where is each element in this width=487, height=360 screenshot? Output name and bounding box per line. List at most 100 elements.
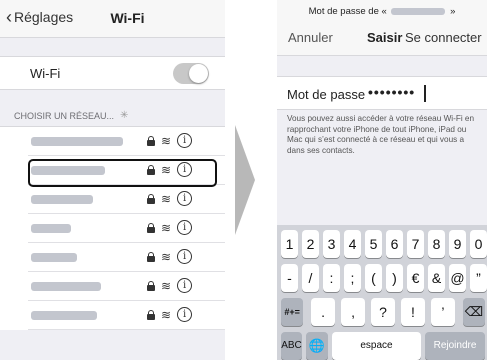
keyboard-row-symbols: - / : ; ( ) € & @ ”: [281, 264, 487, 292]
network-icons: ≋ i: [147, 133, 193, 148]
network-row[interactable]: ≋ i: [28, 156, 225, 185]
lock-icon: [147, 309, 155, 320]
globe-icon: 🌐: [308, 338, 326, 353]
wifi-label: Wi-Fi: [30, 66, 61, 81]
network-row[interactable]: ≋ i: [28, 214, 225, 243]
info-icon[interactable]: i: [177, 278, 193, 293]
stage: ‹ Réglages Wi-Fi Wi-Fi CHOISIR UN RÉSEAU…: [0, 0, 487, 360]
network-list: ≋ i ≋ i ≋ i ≋ i ≋ i ≋ i ≋ i: [0, 126, 225, 330]
password-field[interactable]: ••••••••: [368, 84, 415, 100]
connect-button[interactable]: Se connecter: [405, 30, 482, 45]
space-key[interactable]: espace: [332, 332, 421, 360]
network-row[interactable]: ≋ i: [28, 185, 225, 214]
section-header: CHOISIR UN RÉSEAU... ✳: [14, 110, 128, 121]
nav-bar: ‹ Réglages Wi-Fi: [0, 0, 225, 38]
network-name-blurred: [31, 137, 123, 146]
wifi-settings-screen: ‹ Réglages Wi-Fi Wi-Fi CHOISIR UN RÉSEAU…: [0, 0, 225, 360]
key[interactable]: 2: [302, 230, 319, 258]
key[interactable]: 1: [281, 230, 298, 258]
network-name-blurred: [31, 253, 77, 262]
wifi-signal-icon: ≋: [161, 220, 172, 235]
key[interactable]: &: [428, 264, 445, 292]
password-entry-screen: Mot de passe de « » Annuler Saisir Se co…: [277, 0, 487, 360]
password-help-text: Vous pouvez aussi accéder à votre réseau…: [287, 114, 475, 155]
network-row[interactable]: ≋ i: [28, 127, 225, 156]
globe-key[interactable]: 🌐: [306, 332, 328, 360]
key[interactable]: .: [311, 298, 336, 326]
page-title: Wi-Fi: [110, 10, 145, 26]
key[interactable]: 9: [449, 230, 466, 258]
network-name-blurred: [31, 282, 101, 291]
wifi-signal-icon: ≋: [161, 307, 172, 322]
prompt-prefix: Mot de passe de «: [308, 6, 387, 17]
info-icon[interactable]: i: [177, 133, 193, 148]
wifi-signal-icon: ≋: [161, 249, 172, 264]
keyboard-row-bottom: ABC 🌐 espace Rejoindre: [281, 332, 485, 360]
key[interactable]: €: [407, 264, 424, 292]
wifi-toggle[interactable]: [173, 63, 209, 84]
key[interactable]: -: [281, 264, 298, 292]
symbols-toggle-key[interactable]: #+=: [281, 298, 304, 326]
network-icons: ≋ i: [147, 162, 193, 177]
info-icon[interactable]: i: [177, 307, 193, 322]
key[interactable]: 4: [344, 230, 361, 258]
keyboard-row-digits: 1 2 3 4 5 6 7 8 9 0: [281, 230, 487, 258]
key[interactable]: 6: [386, 230, 403, 258]
lock-icon: [147, 222, 155, 233]
step-arrow-icon: [235, 125, 255, 235]
network-row[interactable]: ≋ i: [28, 272, 225, 301]
key[interactable]: ;: [344, 264, 361, 292]
password-row[interactable]: Mot de passe ••••••••: [277, 76, 487, 110]
prompt-suffix: »: [450, 6, 456, 17]
network-icons: ≋ i: [147, 191, 193, 206]
key[interactable]: !: [400, 298, 425, 326]
info-icon[interactable]: i: [177, 162, 193, 177]
key[interactable]: 0: [470, 230, 487, 258]
key[interactable]: :: [323, 264, 340, 292]
toggle-knob: [189, 64, 208, 83]
backspace-icon: ⌫: [464, 304, 484, 319]
network-icons: ≋ i: [147, 307, 193, 322]
wifi-toggle-row: Wi-Fi: [0, 56, 225, 90]
key[interactable]: (: [365, 264, 382, 292]
key[interactable]: /: [302, 264, 319, 292]
keyboard-row-punct: #+= . , ? ! ’ ⌫: [281, 298, 485, 326]
key[interactable]: 3: [323, 230, 340, 258]
section-header-label: CHOISIR UN RÉSEAU...: [14, 110, 115, 121]
info-icon[interactable]: i: [177, 191, 193, 206]
network-name-blurred: [31, 224, 71, 233]
info-icon[interactable]: i: [177, 249, 193, 264]
key[interactable]: ’: [430, 298, 455, 326]
key[interactable]: 7: [407, 230, 424, 258]
join-key[interactable]: Rejoindre: [425, 332, 485, 360]
abc-key[interactable]: ABC: [281, 332, 302, 360]
page-title: Saisir: [367, 30, 403, 45]
cancel-button[interactable]: Annuler: [288, 30, 333, 45]
wifi-signal-icon: ≋: [161, 133, 172, 148]
key[interactable]: ?: [371, 298, 395, 326]
lock-icon: [147, 193, 155, 204]
network-row[interactable]: ≋ i: [28, 243, 225, 272]
password-prompt: Mot de passe de « »: [277, 6, 487, 17]
key[interactable]: ): [386, 264, 403, 292]
lock-icon: [147, 164, 155, 175]
delete-key[interactable]: ⌫: [462, 298, 485, 326]
info-icon[interactable]: i: [177, 220, 193, 235]
network-icons: ≋ i: [147, 278, 193, 293]
key[interactable]: ,: [341, 298, 366, 326]
lock-icon: [147, 251, 155, 262]
wifi-signal-icon: ≋: [161, 278, 172, 293]
spinner-icon: ✳: [120, 110, 129, 121]
key[interactable]: 8: [428, 230, 445, 258]
nav-bar: Mot de passe de « » Annuler Saisir Se co…: [277, 0, 487, 56]
network-name-blurred: [31, 311, 97, 320]
key[interactable]: @: [449, 264, 466, 292]
network-name-blurred: [391, 7, 446, 15]
key[interactable]: ”: [470, 264, 487, 292]
lock-icon: [147, 280, 155, 291]
network-row[interactable]: ≋ i: [28, 301, 225, 330]
wifi-signal-icon: ≋: [161, 162, 172, 177]
network-icons: ≋ i: [147, 249, 193, 264]
key[interactable]: 5: [365, 230, 382, 258]
wifi-signal-icon: ≋: [161, 191, 172, 206]
